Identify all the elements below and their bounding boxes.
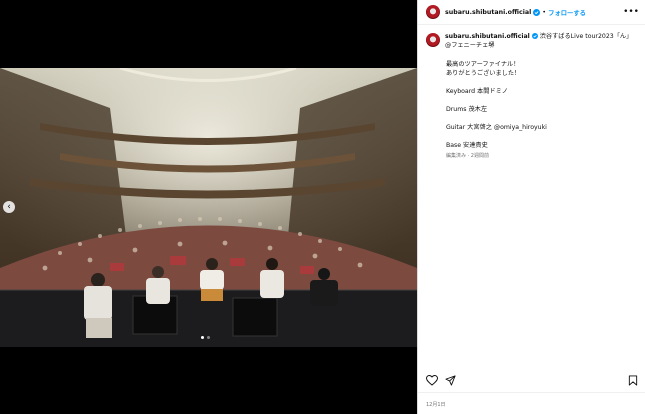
concert-photo — [0, 68, 417, 347]
post-media: ‹ — [0, 0, 417, 414]
divider — [418, 392, 645, 393]
follow-button[interactable]: フォローする — [548, 8, 586, 17]
username-link[interactable]: subaru.shibutani.official — [445, 9, 531, 16]
caption-body: 最高のツアーファイナル！ ありがとうございました！ Keyboard 本間ドミノ… — [446, 60, 638, 150]
post-date: 12月1日 — [426, 402, 446, 408]
caption-text: subaru.shibutani.official 渋谷すばるLive tour… — [445, 32, 633, 50]
avatar-icon[interactable] — [426, 33, 440, 47]
carousel-indicator — [201, 336, 210, 339]
chevron-left-icon: ‹ — [7, 202, 11, 212]
caption-keyboard: Keyboard 本間ドミノ — [446, 88, 508, 95]
action-bar — [426, 375, 638, 387]
carousel-dot-2 — [207, 336, 210, 339]
send-icon[interactable] — [445, 375, 456, 386]
caption-line: ありがとうございました！ — [446, 70, 521, 77]
caption-base: Base 安達貴史 — [446, 142, 488, 149]
verified-badge-icon — [531, 33, 538, 39]
carousel-prev-button[interactable]: ‹ — [3, 201, 15, 213]
verified-badge-icon — [533, 8, 541, 16]
heart-icon[interactable] — [426, 375, 438, 386]
caption-line: 最高のツアーファイナル！ — [446, 61, 520, 68]
caption-username[interactable]: subaru.shibutani.official — [445, 33, 530, 40]
carousel-dot-1 — [201, 336, 204, 339]
bookmark-icon[interactable] — [628, 375, 638, 386]
caption-guitar-label: Guitar 大宮啓之 — [446, 124, 494, 131]
post-header: subaru.shibutani.official • フォローする ••• — [418, 0, 645, 25]
caption-drums: Drums 茂木左 — [446, 106, 488, 113]
post-details-panel: subaru.shibutani.official • フォローする ••• s… — [417, 0, 645, 414]
edited-timestamp: 編集済み · 2週間前 — [446, 153, 489, 159]
avatar-icon[interactable] — [426, 5, 440, 19]
mention-link[interactable]: @omiya_hiroyuki — [494, 124, 547, 131]
caption: subaru.shibutani.official 渋谷すばるLive tour… — [426, 32, 638, 159]
separator: • — [542, 8, 547, 16]
more-options-icon[interactable]: ••• — [623, 7, 639, 17]
caption-guitar: Guitar 大宮啓之 @omiya_hiroyuki — [446, 123, 638, 132]
